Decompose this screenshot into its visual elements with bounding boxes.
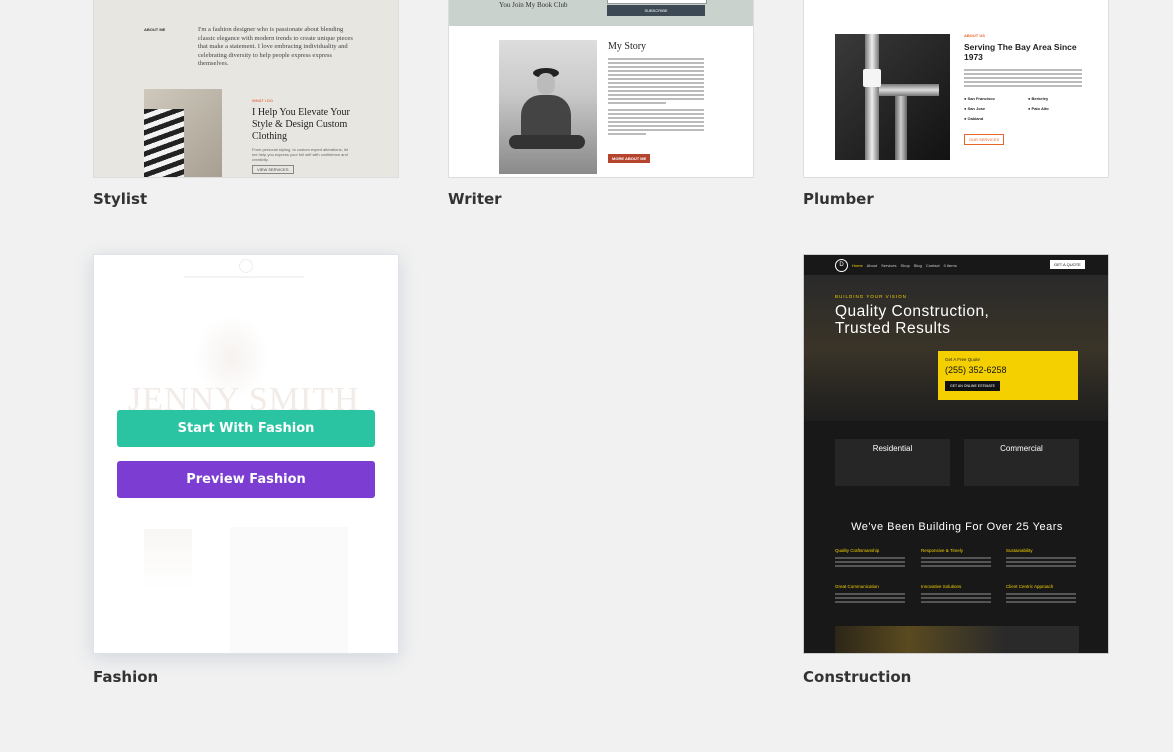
fashion-small-image	[144, 529, 192, 589]
plumber-city-2-label: Berkeley	[1031, 96, 1049, 101]
construction-feature-text-6	[1006, 591, 1076, 605]
preview-fashion-button[interactable]: Preview Fashion	[117, 461, 375, 498]
construction-quote-box: Get A Free Quote (255) 352-6258 GET AN O…	[938, 351, 1078, 400]
stylist-clothes-image	[144, 89, 222, 177]
construction-feature-text-1	[835, 555, 905, 569]
layout-name-construction: Construction	[803, 668, 912, 686]
construction-headline: Quality Construction, Trusted Results	[835, 303, 990, 337]
writer-cta-button[interactable]: MORE ABOUT ME	[608, 154, 651, 163]
plumber-city-1-label: San Francisco	[967, 96, 995, 101]
construction-feature-5: Innovative Solutions	[921, 584, 962, 589]
plumber-city-5: ● Oakland	[964, 116, 984, 121]
fashion-large-image	[230, 527, 348, 653]
plumber-city-1: ● San Francisco	[964, 96, 995, 101]
stylist-heading: I Help You Elevate Your Style & Design C…	[252, 107, 350, 142]
writer-newsletter-band	[449, 0, 753, 26]
construction-feature-text-2	[921, 555, 991, 569]
construction-feature-text-3	[1006, 555, 1076, 569]
plumber-pipes-image	[835, 34, 950, 160]
construction-service-residential[interactable]: Residential	[835, 439, 950, 486]
construction-nav-blog[interactable]: Blog	[914, 263, 922, 268]
writer-book-club: You Join My Book Club	[499, 1, 568, 9]
layout-card-construction[interactable]: D Home About Services Shop Blog Contact …	[803, 254, 1109, 654]
plumber-city-4-label: Palo Alto	[1031, 106, 1049, 111]
construction-phone: (255) 352-6258	[945, 365, 1007, 375]
stylist-about-text: I'm a fashion designer who is passionate…	[198, 26, 353, 67]
layout-card-plumber[interactable]: ABOUT US Serving The Bay Area Since 1973…	[803, 0, 1109, 178]
construction-quote-label: Get A Free Quote	[945, 357, 981, 362]
plumber-cta-button[interactable]: OUR SERVICES	[964, 134, 1005, 145]
construction-quote-button[interactable]: GET AN ONLINE ESTIMATE	[945, 381, 1000, 391]
plumber-city-2: ● Berkeley	[1028, 96, 1049, 101]
fashion-nav-faded	[184, 276, 304, 278]
writer-subscribe-button[interactable]: SUBSCRIBE	[607, 5, 705, 16]
stylist-what-label: WHAT I DO	[252, 98, 274, 103]
layout-card-stylist[interactable]: ABOUT ME I'm a fashion designer who is p…	[93, 0, 399, 178]
construction-bottom-image	[835, 626, 1079, 653]
writer-portrait-image	[499, 40, 597, 174]
construction-nav-shop[interactable]: Shop	[900, 263, 909, 268]
construction-nav-cta-button[interactable]: GET A QUOTE	[1050, 260, 1085, 269]
layout-card-writer[interactable]: You Join My Book Club SUBSCRIBE My Story…	[448, 0, 754, 178]
writer-story-title: My Story	[608, 41, 647, 52]
layout-name-writer: Writer	[448, 190, 502, 208]
construction-feature-text-4	[835, 591, 905, 605]
construction-feature-2: Responsive & Timely	[921, 548, 964, 553]
plumber-body-text	[964, 67, 1082, 89]
fashion-logo-icon	[239, 259, 253, 273]
construction-eyebrow: BUILDING YOUR VISION	[835, 294, 907, 299]
construction-nav-cart[interactable]: 0 Items	[944, 263, 957, 268]
construction-service-commercial[interactable]: Commercial	[964, 439, 1079, 486]
layout-name-stylist: Stylist	[93, 190, 148, 208]
stylist-body: From personal styling, to custom expert …	[252, 147, 349, 162]
construction-feature-3: Sustainability	[1006, 548, 1033, 553]
layout-card-fashion[interactable]: JENNY SMITH Start With Fashion Preview F…	[93, 254, 399, 654]
construction-section-title: We've Been Building For Over 25 Years	[851, 521, 1063, 533]
layout-name-fashion: Fashion	[93, 668, 159, 686]
writer-story-text	[608, 56, 704, 137]
start-with-fashion-button[interactable]: Start With Fashion	[117, 410, 375, 447]
construction-service-commercial-title: Commercial	[1000, 444, 1043, 453]
construction-nav-contact[interactable]: Contact	[926, 263, 940, 268]
construction-feature-4: Great Communication	[835, 584, 879, 589]
stylist-cta-button[interactable]: VIEW SERVICES	[252, 165, 294, 174]
plumber-heading: Serving The Bay Area Since 1973	[964, 42, 1077, 62]
plumber-city-3-label: San Jose	[967, 106, 986, 111]
construction-nav-about[interactable]: About	[867, 263, 877, 268]
construction-feature-text-5	[921, 591, 991, 605]
construction-service-residential-title: Residential	[872, 444, 913, 453]
construction-logo-icon: D	[835, 259, 848, 272]
layout-name-plumber: Plumber	[803, 190, 874, 208]
plumber-city-3: ● San Jose	[964, 106, 986, 111]
construction-nav-home[interactable]: Home	[852, 263, 863, 268]
construction-feature-1: Quality Craftsmanship	[835, 548, 880, 553]
writer-email-input[interactable]	[607, 0, 707, 4]
plumber-city-4: ● Palo Alto	[1028, 106, 1049, 111]
plumber-about-label: ABOUT US	[964, 33, 985, 38]
stylist-about-label: ABOUT ME	[144, 27, 166, 32]
construction-feature-6: Client Centric Approach	[1006, 584, 1054, 589]
construction-nav-services[interactable]: Services	[881, 263, 896, 268]
plumber-city-5-label: Oakland	[967, 116, 984, 121]
construction-nav: Home About Services Shop Blog Contact 0 …	[852, 263, 957, 268]
